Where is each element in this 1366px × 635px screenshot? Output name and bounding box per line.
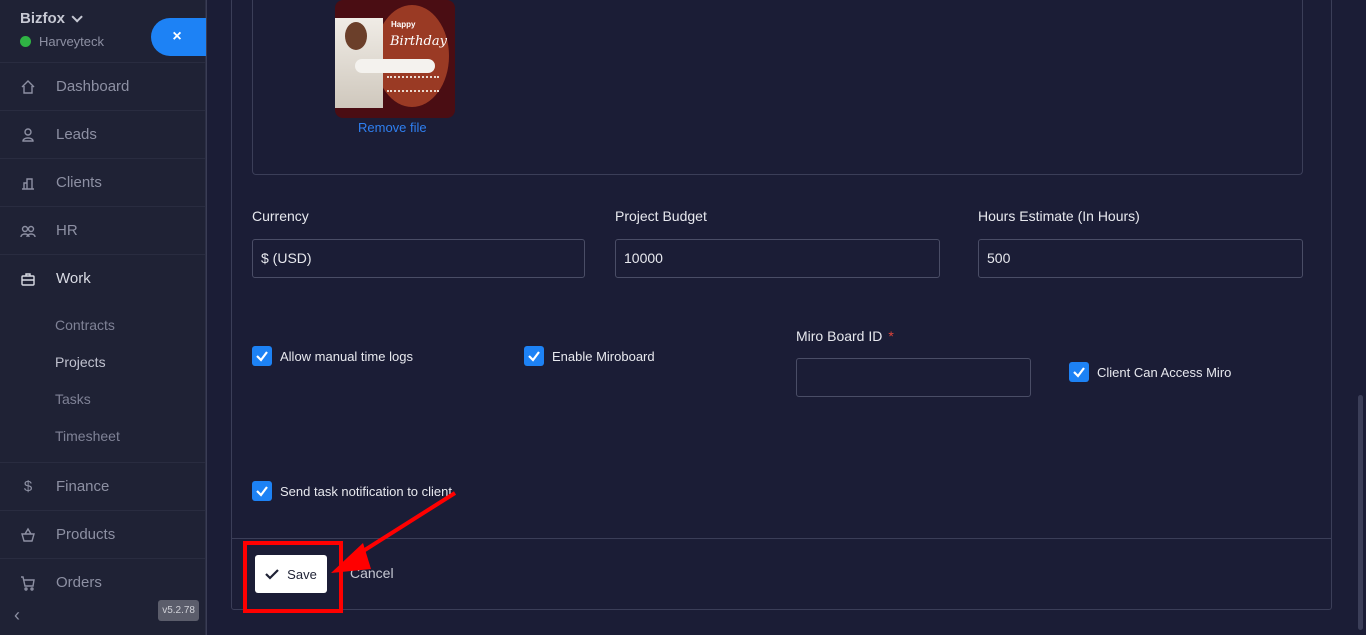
sidebar-item-label: Dashboard [56,78,130,95]
currency-label: Currency [252,208,309,224]
sidebar-item-label: Leads [56,126,97,143]
hours-input[interactable]: 500 [978,239,1303,278]
miro-board-id-input[interactable] [796,358,1031,397]
uploaded-image-thumbnail: Happy Birthday [335,0,455,118]
company-name: Bizfox [20,10,65,27]
sidebar: Bizfox Harveyteck Dashboard Leads Client… [0,0,206,635]
sidebar-item-finance[interactable]: $ Finance [0,462,205,510]
chevron-left-icon[interactable]: ‹ [14,605,20,626]
sidebar-footer: ‹ v5.2.78 [0,595,205,635]
thumbnail-text-birthday: Birthday [390,34,447,49]
sidebar-item-label: Products [56,526,116,543]
budget-label: Project Budget [615,208,707,224]
cart-icon [20,575,36,591]
close-panel-button[interactable]: × [151,18,211,56]
sidebar-item-dashboard[interactable]: Dashboard [0,62,205,110]
sidebar-item-work[interactable]: Work [0,254,205,302]
sidebar-subitem-projects[interactable]: Projects [0,343,205,380]
work-submenu: Contracts Projects Tasks Timesheet [0,302,205,462]
basket-icon [20,527,36,543]
remove-file-link[interactable]: Remove file [358,120,427,135]
thumbnail-bar [355,59,435,73]
hours-label: Hours Estimate (In Hours) [978,208,1140,224]
sidebar-subitem-tasks[interactable]: Tasks [0,380,205,417]
checkbox-label: Allow manual time logs [280,348,413,364]
miro-board-id-label-text: Miro Board ID [796,328,883,344]
sidebar-item-hr[interactable]: HR [0,206,205,254]
checkmark-icon [1069,362,1089,382]
thumbnail-text-happy: Happy [391,20,416,29]
client-access-miro-checkbox[interactable]: Client Can Access Miro [1069,362,1231,382]
sidebar-subitem-contracts[interactable]: Contracts [0,306,205,343]
thumbnail-lines [387,76,439,92]
sidebar-nav: Dashboard Leads Clients HR Work Contract… [0,62,205,606]
workspace-status: Harveyteck [20,34,104,49]
company-switcher[interactable]: Bizfox [20,10,83,27]
users-icon [20,223,36,239]
home-icon [20,79,36,95]
file-dropzone[interactable]: Happy Birthday Remove file [252,0,1303,175]
currency-select[interactable]: $ (USD) [252,239,585,278]
chevron-down-icon [71,11,83,23]
checkmark-icon [252,481,272,501]
project-form-panel: Happy Birthday Remove file Currency $ (U… [206,0,1366,635]
sidebar-item-leads[interactable]: Leads [0,110,205,158]
annotation-arrow-icon [331,491,457,573]
sidebar-item-label: Orders [56,574,102,591]
checkmark-icon [524,346,544,366]
checkmark-icon [252,346,272,366]
checkbox-label: Client Can Access Miro [1097,364,1232,380]
sidebar-item-label: Clients [56,174,102,191]
user-icon [20,127,36,143]
miro-board-id-label: Miro Board ID * [796,328,894,344]
briefcase-icon [20,271,36,287]
sidebar-item-products[interactable]: Products [0,510,205,558]
enable-miroboard-checkbox[interactable]: Enable Miroboard [524,346,655,366]
manual-time-logs-checkbox[interactable]: Allow manual time logs [252,346,413,366]
online-status-icon [20,36,31,47]
version-badge: v5.2.78 [158,600,199,621]
scrollbar[interactable] [1358,395,1363,630]
sidebar-item-label: Finance [56,478,110,495]
sidebar-item-clients[interactable]: Clients [0,158,205,206]
workspace-name: Harveyteck [39,34,105,49]
dollar-icon: $ [23,478,33,495]
budget-input[interactable]: 10000 [615,239,940,278]
sidebar-subitem-timesheet[interactable]: Timesheet [0,417,205,454]
thumbnail-face [345,22,367,50]
building-icon [20,175,36,191]
sidebar-item-label: Work [56,270,91,287]
sidebar-item-label: HR [56,222,78,239]
checkbox-label: Enable Miroboard [552,348,655,364]
required-marker: * [888,328,894,344]
